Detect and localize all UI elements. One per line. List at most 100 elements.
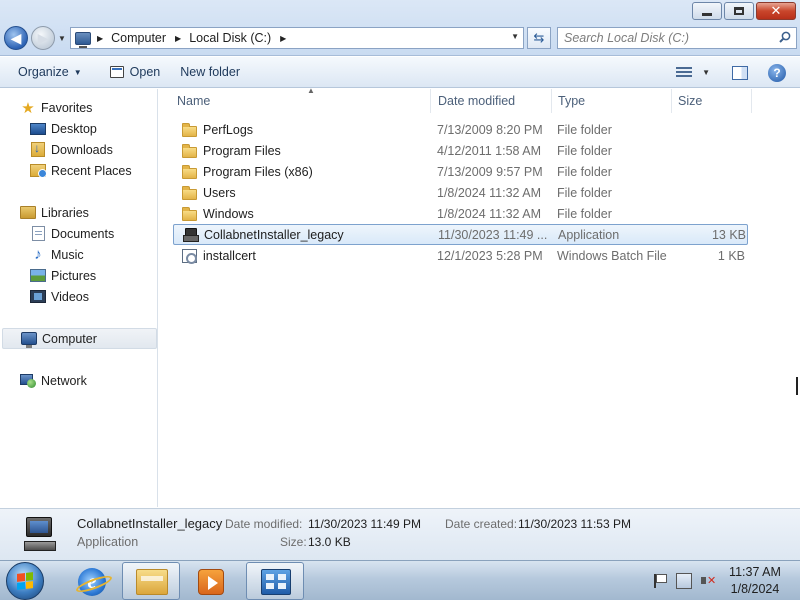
back-arrow-icon: ◀ — [10, 29, 22, 46]
folder-icon — [181, 164, 197, 179]
windows-logo-icon — [17, 572, 33, 590]
column-header-size[interactable]: Size — [672, 89, 752, 113]
navigation-pane: ★ Favorites Desktop Downloads Recent Plac… — [0, 89, 158, 507]
file-name: PerfLogs — [203, 122, 254, 137]
file-name: Windows — [203, 206, 254, 221]
column-name-label: Name — [177, 94, 211, 108]
network-tray-icon[interactable] — [676, 573, 692, 589]
refresh-button[interactable]: ⇆ — [527, 27, 551, 49]
media-player-icon — [198, 569, 224, 595]
file-row[interactable]: Users 1/8/2024 11:32 AM File folder — [173, 182, 748, 203]
file-size — [677, 161, 745, 182]
file-type: File folder — [557, 143, 612, 158]
search-input[interactable] — [558, 28, 768, 48]
forward-arrow-icon: ▶ — [37, 29, 49, 46]
file-row[interactable]: Program Files 4/12/2011 1:58 AM File folde… — [173, 140, 748, 161]
nav-libraries[interactable]: Libraries — [20, 202, 89, 223]
breadcrumb-chevron-icon[interactable]: ▶ — [280, 34, 286, 43]
new-folder-label: New folder — [180, 65, 240, 79]
organize-label: Organize — [18, 65, 69, 79]
file-row[interactable]: installcert 12/1/2023 5:28 PM Windows Batc… — [173, 245, 748, 266]
views-dropdown-icon[interactable]: ▼ — [702, 68, 710, 77]
forward-button[interactable]: ▶ — [31, 26, 55, 50]
clock[interactable]: 11:37 AM 1/8/2024 — [724, 564, 786, 598]
taskbar-control-panel[interactable] — [246, 562, 304, 600]
taskbar-windows-explorer[interactable] — [122, 562, 180, 600]
close-icon: ✕ — [770, 3, 782, 18]
file-name: Program Files — [203, 143, 281, 158]
back-button[interactable]: ◀ — [4, 26, 28, 50]
recent-pages-dropdown-icon[interactable]: ▼ — [58, 34, 66, 43]
file-type: File folder — [557, 185, 612, 200]
breadcrumb-chevron-icon[interactable]: ▶ — [175, 34, 181, 43]
volume-muted-icon[interactable] — [700, 573, 716, 589]
command-bar: Organize ▼ Open New folder ▼ ? — [0, 57, 800, 88]
search-box[interactable] — [557, 27, 797, 49]
open-button[interactable]: Open — [100, 57, 171, 87]
window-controls: ✕ — [690, 2, 796, 20]
nav-music[interactable]: ♪ Music — [30, 244, 83, 265]
close-button[interactable]: ✕ — [756, 2, 796, 20]
file-row[interactable]: Windows 1/8/2024 11:32 AM File folder — [173, 203, 748, 224]
file-size: 13 KB — [711, 227, 746, 242]
start-button[interactable] — [6, 562, 44, 600]
internet-explorer-icon: e — [78, 568, 106, 596]
file-row[interactable]: PerfLogs 7/13/2009 8:20 PM File folder — [173, 119, 748, 140]
nav-recent-places[interactable]: Recent Places — [30, 160, 132, 181]
details-size: 13.0 KB — [308, 535, 351, 549]
file-size — [677, 119, 745, 140]
nav-desktop[interactable]: Desktop — [30, 118, 97, 139]
music-icon: ♪ — [34, 246, 42, 263]
taskbar-media-player[interactable] — [182, 562, 240, 600]
nav-pictures[interactable]: Pictures — [30, 265, 96, 286]
taskbar: e 11:37 AM 1/8/2024 — [0, 560, 800, 600]
action-center-flag-icon[interactable] — [652, 573, 668, 589]
nav-network[interactable]: Network — [20, 370, 87, 391]
file-size — [677, 140, 745, 161]
file-row[interactable]: CollabnetInstaller_legacy 11/30/2023 11:4… — [173, 224, 748, 245]
nav-documents[interactable]: Documents — [30, 223, 114, 244]
breadcrumb-computer[interactable]: Computer — [111, 31, 166, 45]
new-folder-button[interactable]: New folder — [170, 57, 250, 87]
file-date-modified: 1/8/2024 11:32 AM — [437, 206, 542, 221]
nav-videos[interactable]: Videos — [30, 286, 89, 307]
folder-icon — [181, 122, 197, 137]
file-row[interactable]: Program Files (x86) 7/13/2009 9:57 PM File… — [173, 161, 748, 182]
chevron-down-icon: ▼ — [73, 67, 82, 77]
nav-favorites[interactable]: ★ Favorites — [20, 97, 92, 118]
open-label: Open — [129, 65, 161, 79]
column-header-date-modified[interactable]: Date modified — [432, 89, 552, 113]
help-icon[interactable]: ? — [768, 63, 786, 82]
windows-explorer-icon — [136, 569, 168, 595]
search-icon[interactable] — [779, 31, 791, 43]
star-icon: ★ — [21, 99, 35, 117]
taskbar-internet-explorer[interactable]: e — [62, 562, 120, 600]
column-header-type[interactable]: Type — [552, 89, 672, 113]
libraries-icon — [20, 206, 36, 219]
breadcrumb-chevron-icon[interactable]: ▶ — [97, 34, 103, 43]
views-icon[interactable] — [676, 66, 693, 79]
details-pane: CollabnetInstaller_legacy Application Da… — [0, 508, 800, 560]
nav-computer-label: Computer — [42, 331, 97, 346]
nav-computer[interactable]: Computer — [2, 328, 157, 349]
file-size: 1 KB — [717, 248, 745, 263]
details-date-modified-label: Date modified: — [225, 517, 303, 531]
clock-time: 11:37 AM — [729, 565, 781, 579]
nav-documents-label: Documents — [51, 226, 115, 241]
file-type: Application — [558, 227, 620, 242]
file-name: Users — [203, 185, 236, 200]
nav-downloads[interactable]: Downloads — [30, 139, 113, 160]
column-header-name[interactable]: Name ▲ — [171, 86, 431, 113]
maximize-button[interactable] — [724, 2, 754, 20]
pictures-icon — [30, 269, 46, 282]
nav-recent-places-label: Recent Places — [51, 163, 132, 178]
file-name-cell: CollabnetInstaller_legacy — [182, 225, 432, 244]
details-date-modified: 11/30/2023 11:49 PM — [308, 517, 421, 531]
preview-pane-icon[interactable] — [732, 65, 748, 80]
organize-button[interactable]: Organize ▼ — [0, 57, 92, 87]
breadcrumb-local-disk[interactable]: Local Disk (C:) — [189, 31, 271, 45]
address-bar[interactable]: ▶ Computer ▶ Local Disk (C:) ▶ ▼ — [70, 27, 524, 49]
address-dropdown-icon[interactable]: ▼ — [511, 32, 519, 41]
minimize-button[interactable] — [692, 2, 722, 20]
details-date-created-label: Date created: — [445, 517, 518, 531]
